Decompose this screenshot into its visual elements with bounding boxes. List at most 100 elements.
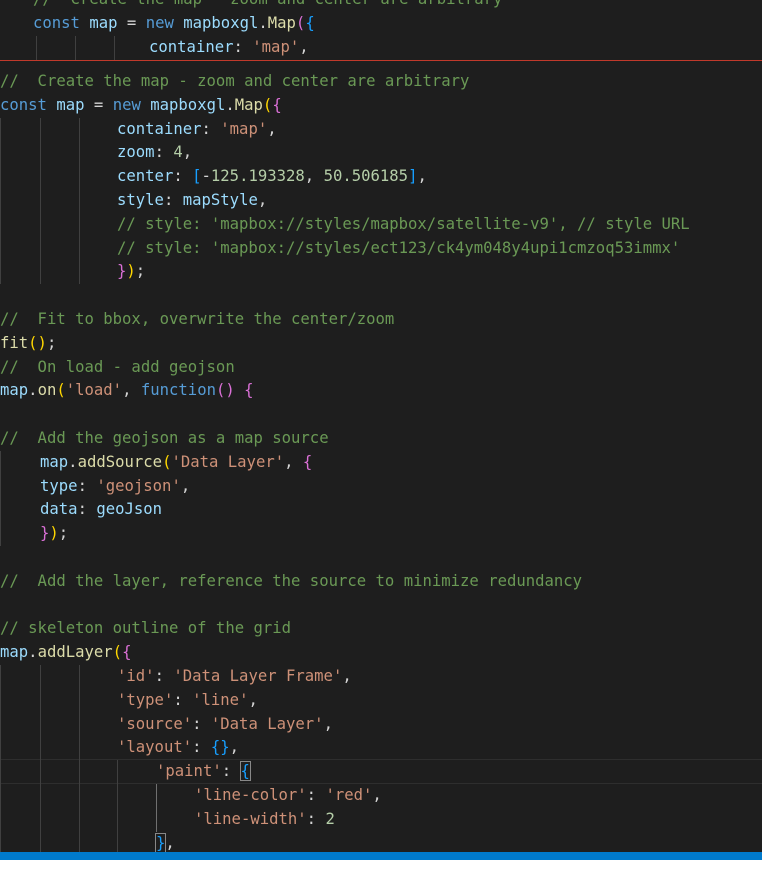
code-token: Map (267, 14, 296, 32)
code-token: 'line-color' (194, 786, 307, 804)
code-line[interactable]: map.addLayer({ (0, 641, 131, 665)
code-line[interactable]: style: mapStyle, (117, 189, 267, 213)
code-token: 125.193328 (210, 167, 305, 186)
code-token: ; (135, 262, 146, 281)
indent-guide (117, 760, 118, 852)
code-token: , (284, 452, 303, 471)
code-line[interactable]: center: [-125.193328, 50.506185], (117, 165, 427, 189)
code-token: , (299, 38, 309, 56)
code-line[interactable]: }, (154, 832, 175, 852)
code-token: center (117, 167, 174, 186)
code-token: map (40, 452, 69, 471)
code-line[interactable]: map.on('load', function() { (0, 379, 254, 403)
code-token: 'type' (117, 690, 174, 709)
code-token: : (77, 476, 97, 495)
code-token: : (154, 667, 174, 685)
code-token: 'layout' (117, 738, 193, 757)
code-line[interactable]: data: geoJson (40, 498, 162, 522)
code-token: [ (192, 167, 202, 186)
code-line[interactable]: fit(); (0, 332, 56, 356)
code-token: , (165, 833, 175, 852)
code-line[interactable]: // skeleton outline of the grid (0, 617, 291, 641)
comment-token: // Create the map - zoom and center are … (0, 72, 470, 90)
code-token: , (257, 191, 268, 209)
code-token: : (154, 143, 174, 162)
code-token: : (163, 191, 183, 209)
code-token: , (342, 667, 352, 685)
comment-token: // style: 'mapbox://styles/mapbox/satell… (117, 214, 690, 233)
code-line[interactable]: // On load - add geojson (0, 356, 235, 380)
code-token: , (323, 714, 333, 733)
code-token: 'red' (325, 786, 373, 804)
code-token: } (154, 832, 167, 852)
code-token: () (28, 333, 47, 352)
code-line[interactable]: // style: 'mapbox://styles/ect123/ck4ym0… (117, 237, 680, 261)
code-token: addLayer (37, 643, 113, 662)
code-line[interactable]: 'type': 'line', (117, 689, 258, 713)
code-token: map (0, 643, 29, 662)
code-line[interactable]: map.addSource('Data Layer', { (40, 451, 312, 475)
code-token: } (117, 262, 127, 281)
code-token: : (173, 167, 193, 186)
code-token: fit (0, 333, 29, 352)
indent-guide (0, 665, 1, 852)
indent-guide (0, 450, 1, 546)
sticky-line[interactable]: const map = new mapboxgl.Map({ (33, 12, 315, 36)
code-token: 50.506185 (323, 167, 409, 186)
code-token: - (201, 167, 211, 186)
code-token: map (89, 14, 118, 32)
code-token: , (417, 167, 427, 186)
code-token: , (182, 143, 193, 162)
code-token: . (258, 14, 268, 32)
code-token: : (192, 714, 211, 733)
code-token: . (225, 95, 235, 114)
code-token: container (117, 119, 202, 138)
code-editor[interactable]: // Create the map - zoom and center are … (0, 0, 762, 852)
code-line[interactable]: // Fit to bbox, overwrite the center/zoo… (0, 308, 394, 332)
code-token: { (239, 761, 251, 782)
code-line[interactable]: }); (40, 522, 68, 546)
code-token: . (28, 643, 38, 662)
code-line[interactable]: // style: 'mapbox://styles/mapbox/satell… (117, 213, 690, 237)
sticky-line[interactable]: container: 'map', (149, 36, 309, 60)
code-line[interactable]: 'line-width': 2 (194, 808, 335, 832)
code-line[interactable]: // Add the layer, reference the source t… (0, 570, 582, 594)
code-token: 'load' (65, 381, 123, 400)
code-line[interactable]: 'line-color': 'red', (194, 784, 382, 808)
code-token: : (201, 119, 221, 138)
code-token: 'id' (117, 667, 155, 685)
indent-guide (40, 665, 41, 852)
code-token: 'Data Layer' (171, 452, 285, 471)
code-token: ; (58, 524, 69, 543)
indent-guide (79, 117, 80, 285)
code-line[interactable]: type: 'geojson', (40, 475, 190, 499)
code-line[interactable]: 'source': 'Data Layer', (117, 713, 333, 737)
indent-guide (75, 36, 76, 60)
code-token: { (305, 14, 315, 32)
code-line[interactable]: // Create the map - zoom and center are … (0, 70, 469, 94)
code-token: { (244, 381, 254, 400)
code-line[interactable]: 'layout': {}, (117, 736, 239, 760)
code-token: : (192, 738, 211, 757)
code-line[interactable]: const map = new mapboxgl.Map({ (0, 94, 282, 118)
code-line[interactable]: zoom: 4, (117, 141, 192, 165)
code-token: ; (46, 333, 57, 352)
code-token: : (306, 809, 326, 828)
code-line[interactable]: 'id': 'Data Layer Frame', (117, 665, 352, 689)
code-line[interactable]: 'paint': { (156, 760, 251, 784)
sticky-line[interactable]: // Create the map - zoom and center are … (33, 0, 502, 12)
indent-guide (156, 784, 157, 832)
code-token: type (40, 476, 78, 495)
code-token: 'map' (220, 119, 268, 138)
code-token: , (229, 738, 240, 757)
code-token: mapboxgl (183, 14, 259, 32)
code-token: {} (210, 738, 230, 757)
code-line[interactable]: // Add the geojson as a map source (0, 427, 329, 451)
code-token: : (221, 762, 241, 781)
code-token: : (77, 500, 97, 519)
code-token: 'map' (252, 38, 300, 56)
code-line[interactable]: }); (117, 260, 145, 284)
code-token: : (233, 38, 253, 56)
code-line[interactable]: container: 'map', (117, 118, 277, 142)
